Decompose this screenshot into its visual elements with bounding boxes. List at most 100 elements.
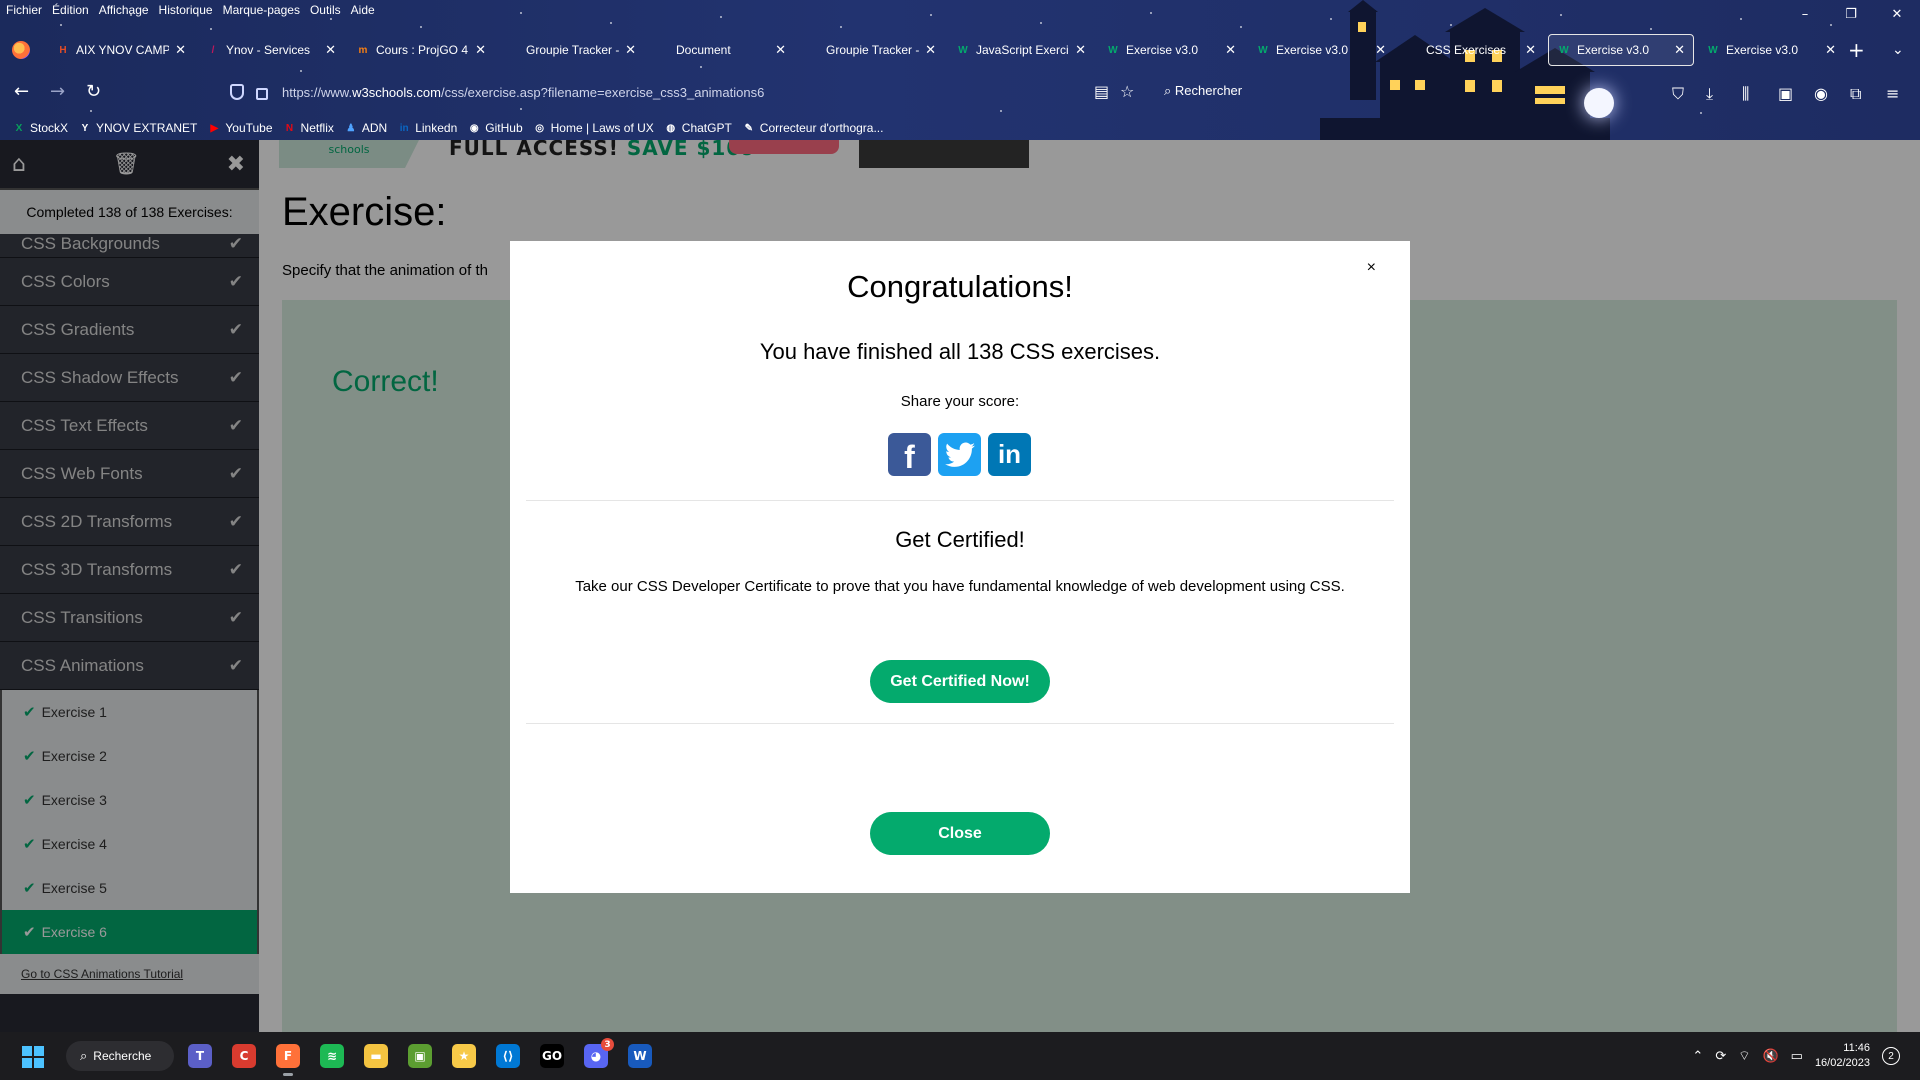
menu-item[interactable]: Aide xyxy=(351,0,375,20)
bookmark-item[interactable]: ✎ Correcteur d'orthogra... xyxy=(742,121,884,135)
firefox-icon[interactable]: F xyxy=(276,1044,300,1076)
tab[interactable]: W Exercise v3.0 ✕ xyxy=(1548,34,1694,66)
windows-start-icon[interactable] xyxy=(22,1046,44,1068)
battery-icon[interactable]: ▭ xyxy=(1791,1048,1803,1064)
bookmark-item[interactable]: ▶ YouTube xyxy=(207,121,273,135)
tab[interactable]: Document ✕ xyxy=(648,34,794,66)
back-icon[interactable]: ← xyxy=(14,82,29,102)
tab[interactable]: W Exercise v3.0 ✕ xyxy=(1098,34,1244,66)
notification-badge[interactable]: 2 xyxy=(1882,1047,1900,1065)
close-tab-icon[interactable]: ✕ xyxy=(1375,42,1386,58)
wifi-icon[interactable]: ⌔ xyxy=(1738,1048,1750,1064)
lock-icon[interactable] xyxy=(256,88,268,100)
search-icon: ⌕ xyxy=(80,1048,88,1063)
teams-icon[interactable]: T xyxy=(188,1044,212,1068)
explorer-icon[interactable]: ▬ xyxy=(364,1044,388,1068)
new-tab-icon[interactable]: + xyxy=(1848,40,1865,60)
profile-icon[interactable]: ◉ xyxy=(1814,84,1828,103)
tab[interactable]: H AIX YNOV CAMP ✕ xyxy=(48,34,194,66)
menu-icon[interactable]: ≡ xyxy=(1886,84,1899,103)
tab[interactable]: Groupie Tracker - Intr ✕ xyxy=(498,34,644,66)
menu-item[interactable]: Historique xyxy=(159,0,213,20)
pocket-ext-icon[interactable]: ▣ xyxy=(1778,84,1793,103)
search-box[interactable]: ⌕ Rechercher xyxy=(1164,83,1242,99)
word-icon[interactable]: W xyxy=(628,1044,652,1068)
close-tab-icon[interactable]: ✕ xyxy=(775,42,786,58)
chevron-down-icon[interactable]: ⌄ xyxy=(1892,42,1904,58)
close-button[interactable]: Close xyxy=(870,812,1050,855)
bookmark-item[interactable]: ◍ ChatGPT xyxy=(664,121,731,135)
close-tab-icon[interactable]: ✕ xyxy=(625,42,636,58)
tab[interactable]: / Ynov - Services ✕ xyxy=(198,34,344,66)
tab[interactable]: W Exercise v3.0 ✕ xyxy=(1698,34,1844,66)
url-bar[interactable]: https://www.w3schools.com/css/exercise.a… xyxy=(230,78,1140,106)
bookmark-item[interactable]: in Linkedn xyxy=(397,121,458,135)
clock[interactable]: 11:46 16/02/2023 xyxy=(1815,1041,1870,1071)
vscode-icon[interactable]: ⟨⟩ xyxy=(496,1044,520,1068)
pocket-icon[interactable]: ⛉ xyxy=(1672,84,1684,104)
firefox-icon[interactable] xyxy=(12,41,30,59)
jetbrains-icon[interactable]: GO xyxy=(540,1044,564,1068)
sync-icon[interactable]: ⟳ xyxy=(1715,1048,1726,1064)
close-tab-icon[interactable]: ✕ xyxy=(325,42,336,58)
close-tab-icon[interactable]: ✕ xyxy=(475,42,486,58)
reload-icon[interactable]: ↻ xyxy=(86,82,101,102)
linkedin-icon[interactable]: in xyxy=(988,433,1031,476)
close-tab-icon[interactable]: ✕ xyxy=(1674,42,1685,58)
restore-icon[interactable]: ❐ xyxy=(1828,0,1874,28)
bookmark-item[interactable]: Y YNOV EXTRANET xyxy=(78,121,198,135)
discord-icon[interactable]: ◕ 3 xyxy=(584,1038,614,1068)
bookmark-item[interactable]: N Netflix xyxy=(283,121,334,135)
close-tab-icon[interactable]: ✕ xyxy=(1075,42,1086,58)
star xyxy=(90,110,92,112)
tracking-protection-icon[interactable] xyxy=(230,84,244,100)
download-icon[interactable]: ⤓ xyxy=(1706,84,1713,104)
menu-item[interactable]: Affichage xyxy=(99,0,149,20)
close-window-icon[interactable]: ✕ xyxy=(1874,0,1920,28)
get-certified-button[interactable]: Get Certified Now! xyxy=(870,660,1050,703)
menu-item[interactable]: Fichier xyxy=(6,0,42,20)
bookmark-item[interactable]: ♟ ADN xyxy=(344,121,387,135)
close-tab-icon[interactable]: ✕ xyxy=(925,42,936,58)
close-tab-icon[interactable]: ✕ xyxy=(1825,42,1836,58)
tab[interactable]: m Cours : ProjGO 4 ✕ xyxy=(348,34,494,66)
reader-view-icon[interactable]: ▤ xyxy=(1094,82,1109,101)
close-tab-icon[interactable]: ✕ xyxy=(1525,42,1536,58)
menu-item[interactable]: Marque-pages xyxy=(223,0,300,20)
facebook-icon[interactable]: f xyxy=(888,433,931,476)
extensions-icon[interactable]: ⧉ xyxy=(1850,84,1861,104)
bookmark-icon: ◉ xyxy=(469,122,479,134)
minecraft-icon[interactable]: ▣ xyxy=(408,1044,432,1068)
bookmark-item[interactable]: ◉ GitHub xyxy=(467,121,523,135)
tab[interactable]: W Exercise v3.0 ✕ xyxy=(1248,34,1394,66)
tab[interactable]: W JavaScript Exercis ✕ xyxy=(948,34,1094,66)
twitter-icon[interactable] xyxy=(938,433,981,476)
star xyxy=(300,70,302,72)
star-app-icon[interactable]: ★ xyxy=(452,1044,476,1068)
bookmark-item[interactable]: ◎ Home | Laws of UX xyxy=(533,121,654,135)
url-text[interactable]: https://www.w3schools.com/css/exercise.a… xyxy=(282,85,764,100)
tab[interactable]: CSS Exercises ✕ xyxy=(1398,34,1544,66)
star xyxy=(1040,22,1042,24)
bookmark-item[interactable]: X StockX xyxy=(12,121,68,135)
minimize-icon[interactable]: – xyxy=(1782,0,1828,28)
close-tab-icon[interactable]: ✕ xyxy=(175,42,186,58)
menu-item[interactable]: Édition xyxy=(52,0,89,20)
close-tab-icon[interactable]: ✕ xyxy=(1225,42,1236,58)
spotify-icon[interactable]: ≋ xyxy=(320,1044,344,1068)
star xyxy=(60,24,62,26)
star xyxy=(1000,110,1002,112)
bookmark-icon: ◍ xyxy=(666,122,676,134)
forward-icon[interactable]: → xyxy=(50,82,65,102)
bookmark-icon: X xyxy=(15,122,23,134)
taskbar-search[interactable]: ⌕ Recherche xyxy=(66,1041,174,1071)
ccleaner-icon[interactable]: C xyxy=(232,1044,256,1068)
tab[interactable]: Groupie Tracker - Exe ✕ xyxy=(798,34,944,66)
menu-item[interactable]: Outils xyxy=(310,0,341,20)
divider xyxy=(526,500,1394,501)
bookmark-star-icon[interactable]: ☆ xyxy=(1120,82,1134,101)
tab-title: Cours : ProjGO 4 xyxy=(376,43,469,57)
volume-muted-icon[interactable]: 🔇 xyxy=(1762,1048,1778,1064)
library-icon[interactable]: ⫼ xyxy=(1742,84,1749,104)
chevron-up-icon[interactable]: ⌃ xyxy=(1692,1048,1703,1064)
